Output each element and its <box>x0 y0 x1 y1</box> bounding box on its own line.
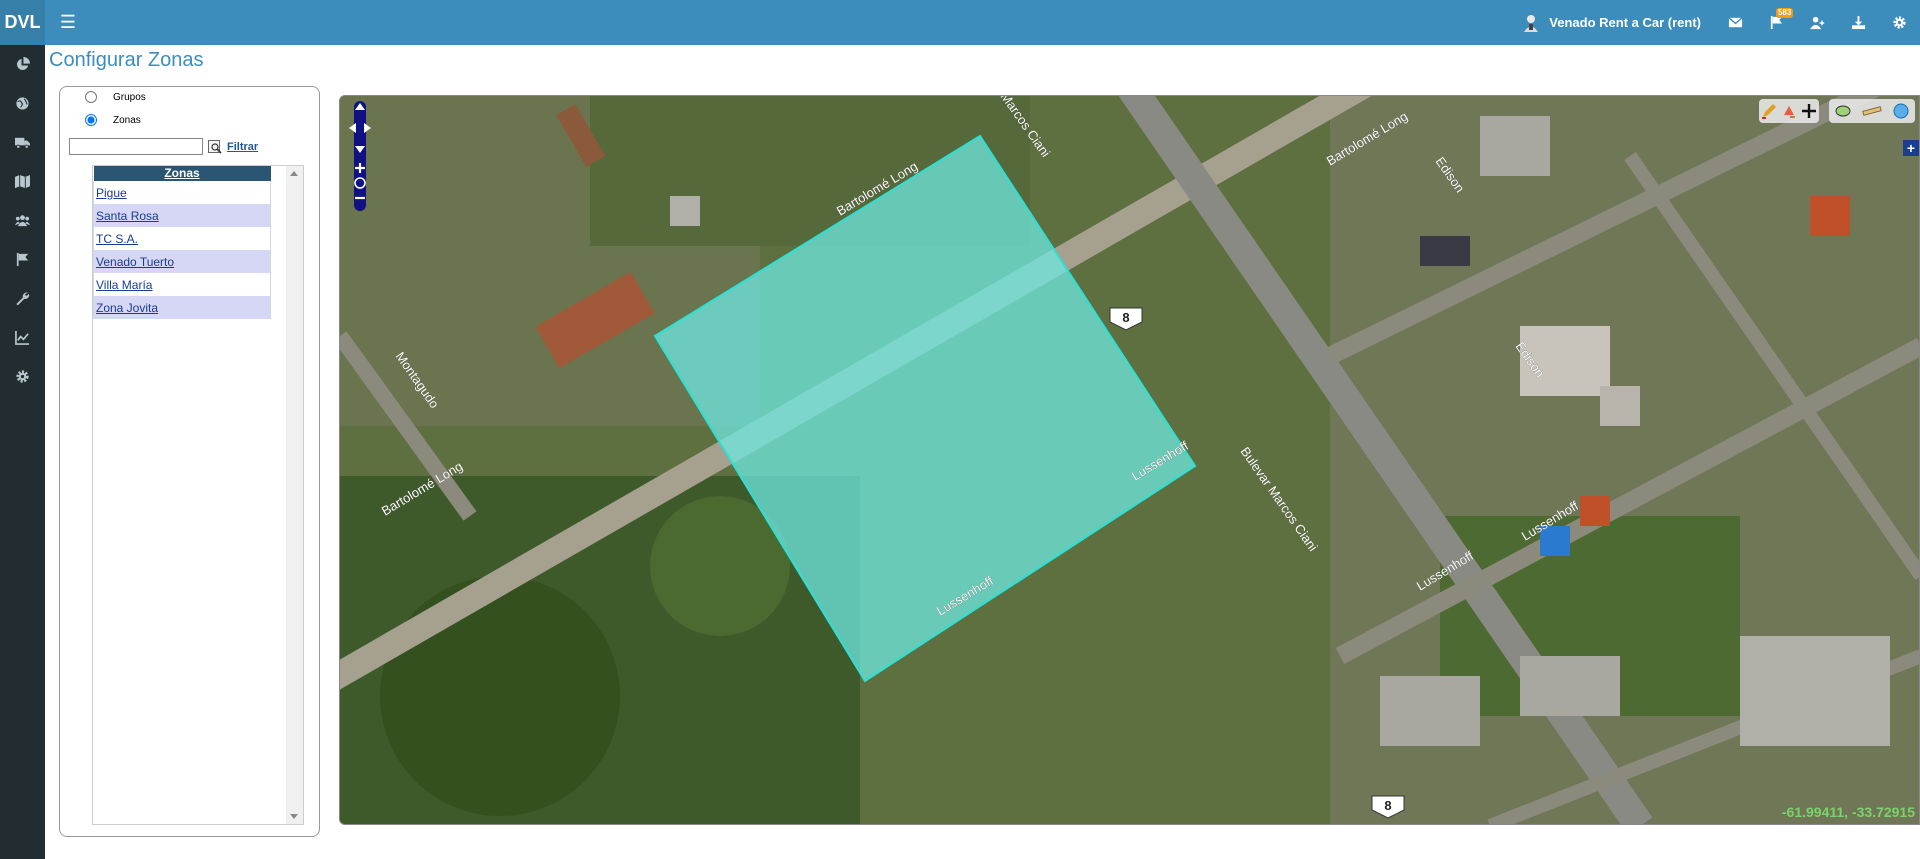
radio-groups-input[interactable] <box>85 91 97 103</box>
table-row: Santa Rosa <box>93 204 271 227</box>
scroll-up-icon[interactable] <box>290 171 298 176</box>
envelope-icon <box>1728 17 1743 28</box>
line-chart-icon <box>15 330 30 345</box>
brand-logo[interactable]: DVL <box>0 0 45 45</box>
zone-link[interactable]: Pigue <box>96 186 127 200</box>
zone-link[interactable]: TC S.A. <box>96 232 138 246</box>
measure-area-button[interactable] <box>1833 101 1853 121</box>
page-title: Configurar Zonas <box>49 49 204 71</box>
draw-polygon-button[interactable] <box>1779 101 1799 121</box>
table-row: Venado Tuerto <box>93 250 271 273</box>
pan-zoom-control <box>349 101 371 211</box>
add-point-button[interactable] <box>1799 101 1819 121</box>
table-row: Pigue <box>93 181 271 204</box>
sidebar-item-tools[interactable] <box>0 279 45 318</box>
layers-button[interactable] <box>1891 101 1911 121</box>
table-row: Zona Jovita <box>93 296 271 319</box>
menu-toggle-button[interactable]: ☰ <box>56 10 80 34</box>
zones-panel: Grupos Zonas Filtrar Zonas Pigue Santa R… <box>59 86 320 837</box>
zone-table: Zonas Pigue Santa Rosa TC S.A. Venado Tu… <box>93 166 271 319</box>
filter-input[interactable] <box>69 138 203 155</box>
sidebar-item-users[interactable] <box>0 201 45 240</box>
sidebar-item-map[interactable] <box>0 162 45 201</box>
table-row: TC S.A. <box>93 227 271 250</box>
sidebar-item-vehicles[interactable] <box>0 123 45 162</box>
notifications-button[interactable]: 583 <box>1756 0 1797 45</box>
flag-icon <box>16 252 29 267</box>
mouse-coordinates: -61.99411, -33.72915 <box>1781 804 1915 820</box>
map-icon <box>15 174 30 189</box>
top-right-menu: Venado Rent a Car (rent) 583 <box>1521 0 1920 45</box>
settings-button[interactable] <box>1879 0 1920 45</box>
list-scrollbar[interactable] <box>286 166 303 824</box>
radio-zones[interactable]: Zonas <box>85 114 141 126</box>
zone-list: Zonas Pigue Santa Rosa TC S.A. Venado Tu… <box>92 165 304 825</box>
sidebar-item-alerts[interactable] <box>0 240 45 279</box>
globe-icon <box>1893 103 1909 119</box>
add-user-button[interactable] <box>1797 0 1838 45</box>
sidebar-item-reports[interactable] <box>0 318 45 357</box>
notification-badge: 583 <box>1776 8 1794 18</box>
map-view[interactable]: Bartolomé Long Bartolomé Long Bartolomé … <box>339 95 1920 825</box>
satellite-map[interactable]: Bartolomé Long Bartolomé Long Bartolomé … <box>340 96 1920 825</box>
zone-table-header[interactable]: Zonas <box>93 166 271 181</box>
sidebar <box>0 45 45 859</box>
pan-left-icon[interactable] <box>349 123 356 133</box>
table-row: Villa María <box>93 273 271 296</box>
draw-toolbar <box>1759 99 1819 123</box>
sidebar-item-globe[interactable] <box>0 84 45 123</box>
route-shield-label: 8 <box>1122 310 1129 325</box>
download-icon <box>1851 15 1866 30</box>
truck-icon <box>15 137 30 149</box>
ruler-icon <box>1862 106 1882 116</box>
radio-zones-input[interactable] <box>85 114 97 126</box>
globe-icon <box>16 97 29 110</box>
wrench-icon <box>16 292 30 306</box>
radio-zones-label: Zonas <box>113 114 141 126</box>
sidebar-item-dashboard[interactable] <box>0 45 45 84</box>
sidebar-item-settings[interactable] <box>0 357 45 396</box>
avatar <box>1524 14 1539 32</box>
layer-switcher-button[interactable]: + <box>1903 140 1919 156</box>
pie-chart-icon <box>16 57 30 71</box>
download-button[interactable] <box>1838 0 1879 45</box>
pan-right-icon[interactable] <box>364 123 371 133</box>
polygon-draw-icon <box>1784 106 1795 118</box>
top-navbar: DVL ☰ Venado Rent a Car (rent) 583 <box>0 0 1920 45</box>
filter-link[interactable]: Filtrar <box>227 141 258 153</box>
zone-link[interactable]: Villa María <box>96 278 152 292</box>
measure-distance-button[interactable] <box>1862 101 1882 121</box>
draw-line-button[interactable] <box>1759 101 1779 121</box>
route-shield-label: 8 <box>1384 798 1391 813</box>
zone-link[interactable]: Venado Tuerto <box>96 255 174 269</box>
zone-link[interactable]: Santa Rosa <box>96 209 159 223</box>
radio-groups[interactable]: Grupos <box>85 91 146 103</box>
messages-button[interactable] <box>1715 0 1756 45</box>
measure-toolbar <box>1829 99 1915 123</box>
scroll-down-icon[interactable] <box>290 814 298 819</box>
cog-icon <box>16 370 29 383</box>
search-icon[interactable] <box>208 140 222 154</box>
zone-link[interactable]: Zona Jovita <box>96 301 158 315</box>
radio-groups-label: Grupos <box>113 91 146 103</box>
pencil-icon <box>1762 104 1776 119</box>
user-menu[interactable]: Venado Rent a Car (rent) <box>1521 13 1701 33</box>
plus-icon <box>1802 104 1816 118</box>
user-name: Venado Rent a Car (rent) <box>1549 15 1701 30</box>
gear-icon <box>1893 16 1906 29</box>
area-icon <box>1835 105 1851 117</box>
user-plus-icon <box>1810 16 1825 30</box>
users-icon <box>15 215 30 227</box>
